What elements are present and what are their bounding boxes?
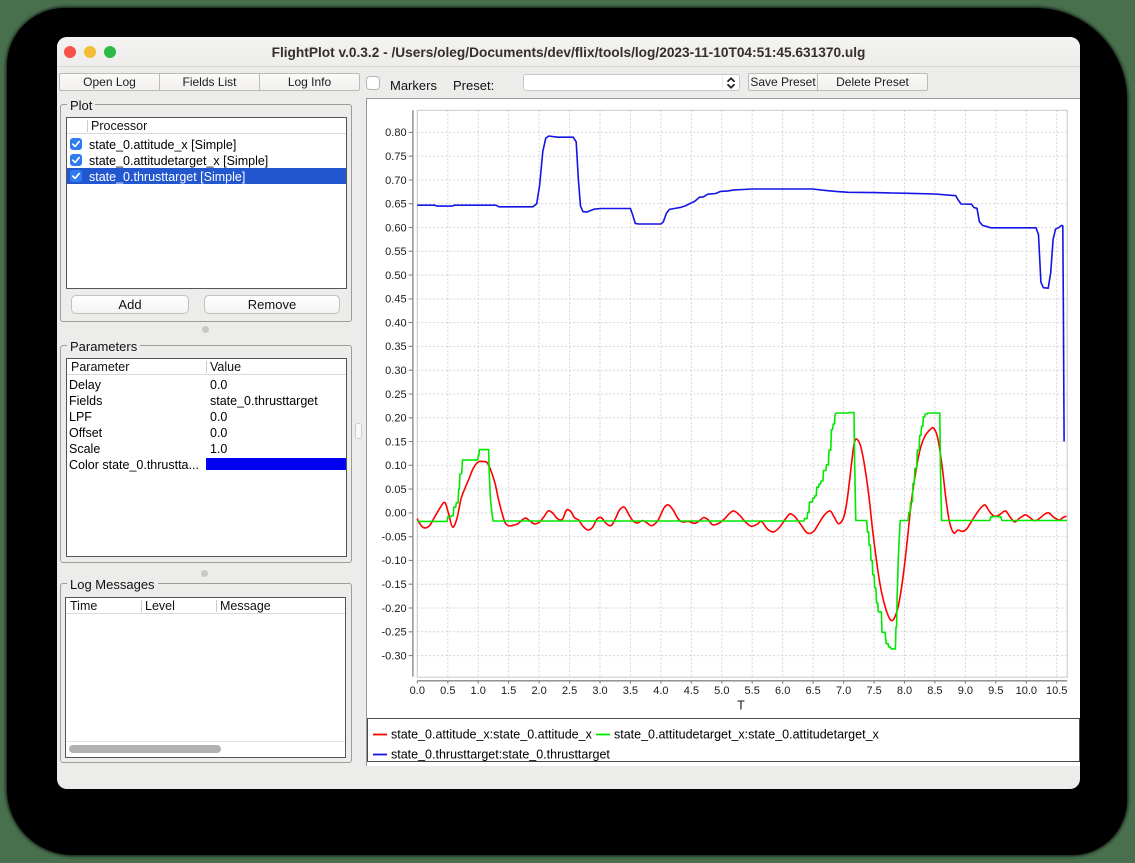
svg-text:2.0: 2.0	[531, 685, 546, 697]
svg-text:0.5: 0.5	[440, 685, 455, 697]
svg-text:state_0.attitude_x:state_0.att: state_0.attitude_x:state_0.attitude_x	[391, 728, 593, 742]
svg-text:-0.20: -0.20	[382, 603, 407, 615]
svg-text:3.0: 3.0	[592, 685, 607, 697]
svg-text:0.0: 0.0	[410, 685, 425, 697]
svg-text:6.0: 6.0	[775, 685, 790, 697]
svg-text:4.0: 4.0	[653, 685, 668, 697]
svg-text:0.80: 0.80	[385, 127, 406, 139]
svg-text:2.5: 2.5	[562, 685, 577, 697]
svg-text:1.0: 1.0	[471, 685, 486, 697]
svg-text:0.45: 0.45	[385, 294, 406, 306]
svg-text:-0.05: -0.05	[382, 532, 407, 544]
svg-text:6.5: 6.5	[805, 685, 820, 697]
svg-text:9.0: 9.0	[958, 685, 973, 697]
svg-text:state_0.thrusttarget:state_0.t: state_0.thrusttarget:state_0.thrusttarge…	[391, 748, 610, 762]
svg-text:0.05: 0.05	[385, 484, 406, 496]
svg-text:0.65: 0.65	[385, 199, 406, 211]
svg-text:0.30: 0.30	[385, 365, 406, 377]
svg-text:-0.10: -0.10	[382, 555, 407, 567]
svg-text:0.00: 0.00	[385, 508, 406, 520]
svg-text:0.35: 0.35	[385, 341, 406, 353]
svg-text:-0.25: -0.25	[382, 627, 407, 639]
svg-text:0.20: 0.20	[385, 413, 406, 425]
svg-text:0.50: 0.50	[385, 270, 406, 282]
svg-text:0.55: 0.55	[385, 246, 406, 258]
svg-text:-0.15: -0.15	[382, 579, 407, 591]
svg-text:4.5: 4.5	[684, 685, 699, 697]
svg-text:9.5: 9.5	[988, 685, 1003, 697]
svg-text:T: T	[737, 699, 745, 713]
svg-text:3.5: 3.5	[623, 685, 638, 697]
svg-text:0.15: 0.15	[385, 436, 406, 448]
svg-text:0.10: 0.10	[385, 460, 406, 472]
svg-text:10.5: 10.5	[1046, 685, 1067, 697]
svg-text:0.25: 0.25	[385, 389, 406, 401]
svg-text:0.40: 0.40	[385, 317, 406, 329]
svg-text:0.70: 0.70	[385, 175, 406, 187]
svg-text:1.5: 1.5	[501, 685, 516, 697]
svg-text:-0.30: -0.30	[382, 650, 407, 662]
svg-text:7.0: 7.0	[836, 685, 851, 697]
svg-text:8.5: 8.5	[927, 685, 942, 697]
svg-text:10.0: 10.0	[1016, 685, 1037, 697]
svg-text:7.5: 7.5	[866, 685, 881, 697]
svg-text:5.5: 5.5	[745, 685, 760, 697]
svg-text:state_0.attitudetarget_x:state: state_0.attitudetarget_x:state_0.attitud…	[614, 728, 880, 742]
svg-text:0.60: 0.60	[385, 222, 406, 234]
svg-text:5.0: 5.0	[714, 685, 729, 697]
svg-text:8.0: 8.0	[897, 685, 912, 697]
svg-text:0.75: 0.75	[385, 151, 406, 163]
